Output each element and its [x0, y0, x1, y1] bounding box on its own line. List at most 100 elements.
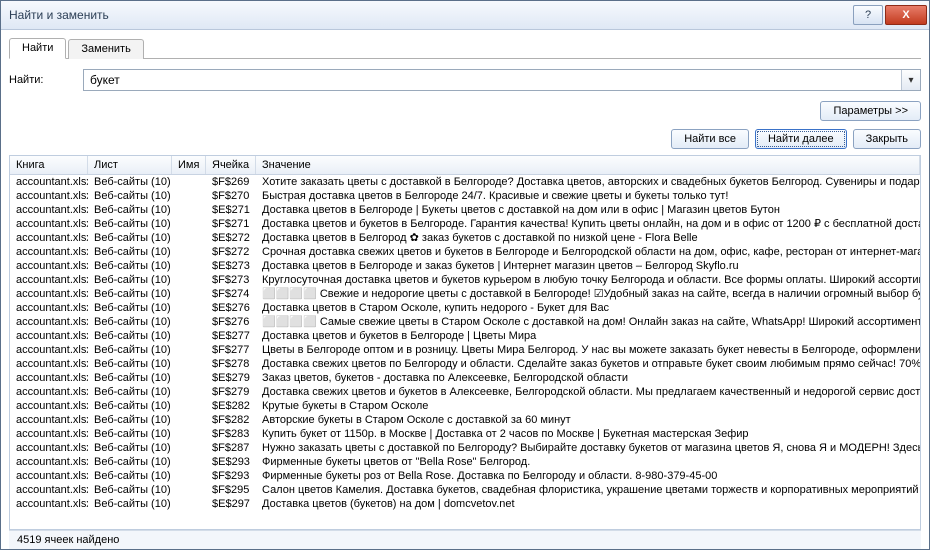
cell-sheet: Веб-сайты (10) [88, 483, 172, 497]
cell-cell: $F$276 [206, 315, 256, 329]
cell-sheet: Веб-сайты (10) [88, 189, 172, 203]
find-dropdown-button[interactable]: ▾ [901, 70, 920, 90]
cell-book: accountant.xlsx [10, 287, 88, 301]
cell-name [172, 497, 206, 511]
cell-value: Доставка свежих цветов по Белгороду и об… [256, 357, 920, 371]
cell-name [172, 175, 206, 189]
col-header-book[interactable]: Книга [10, 156, 88, 174]
cell-book: accountant.xlsx [10, 413, 88, 427]
table-row[interactable]: accountant.xlsxВеб-сайты (10)$F$274⬜⬜⬜⬜ … [10, 287, 920, 301]
cell-sheet: Веб-сайты (10) [88, 245, 172, 259]
cell-name [172, 287, 206, 301]
col-header-cell[interactable]: Ячейка [206, 156, 256, 174]
table-row[interactable]: accountant.xlsxВеб-сайты (10)$F$271Доста… [10, 217, 920, 231]
close-button[interactable]: Закрыть [853, 129, 921, 149]
cell-book: accountant.xlsx [10, 259, 88, 273]
cell-book: accountant.xlsx [10, 189, 88, 203]
cell-sheet: Веб-сайты (10) [88, 203, 172, 217]
status-bar: 4519 ячеек найдено [9, 530, 921, 549]
cell-sheet: Веб-сайты (10) [88, 469, 172, 483]
table-row[interactable]: accountant.xlsxВеб-сайты (10)$E$271Доста… [10, 203, 920, 217]
find-next-button[interactable]: Найти далее [755, 129, 847, 149]
cell-cell: $F$283 [206, 427, 256, 441]
results-body[interactable]: accountant.xlsxВеб-сайты (10)$F$269Хотит… [10, 175, 920, 529]
cell-book: accountant.xlsx [10, 357, 88, 371]
options-button[interactable]: Параметры >> [820, 101, 921, 121]
cell-sheet: Веб-сайты (10) [88, 175, 172, 189]
cell-cell: $E$297 [206, 497, 256, 511]
help-button[interactable]: ? [853, 5, 883, 25]
tab-replace[interactable]: Заменить [68, 39, 143, 59]
table-row[interactable]: accountant.xlsxВеб-сайты (10)$E$272Доста… [10, 231, 920, 245]
cell-name [172, 189, 206, 203]
close-window-button[interactable]: X [885, 5, 927, 25]
table-row[interactable]: accountant.xlsxВеб-сайты (10) $F$295Салон… [10, 483, 920, 497]
cell-cell: $F$273 [206, 273, 256, 287]
table-row[interactable]: accountant.xlsxВеб-сайты (10)$E$297Доста… [10, 497, 920, 511]
table-row[interactable]: accountant.xlsxВеб-сайты (10)$F$279Доста… [10, 385, 920, 399]
table-row[interactable]: accountant.xlsxВеб-сайты (10)$F$283Купит… [10, 427, 920, 441]
cell-book: accountant.xlsx [10, 231, 88, 245]
cell-name [172, 441, 206, 455]
cell-sheet: Веб-сайты (10) [88, 357, 172, 371]
find-all-button[interactable]: Найти все [671, 129, 749, 149]
cell-sheet: Веб-сайты (10) [88, 413, 172, 427]
find-replace-dialog: Найти и заменить ? X Найти Заменить Найт… [0, 0, 930, 550]
cell-cell: $F$271 [206, 217, 256, 231]
cell-sheet: Веб-сайты (10) [88, 231, 172, 245]
titlebar[interactable]: Найти и заменить ? X [1, 1, 929, 30]
table-row[interactable]: accountant.xlsxВеб-сайты (10)$F$287Нужно… [10, 441, 920, 455]
cell-sheet: Веб-сайты (10) [88, 287, 172, 301]
table-row[interactable]: accountant.xlsxВеб-сайты (10)$F$276⬜⬜⬜⬜ … [10, 315, 920, 329]
table-row[interactable]: accountant.xlsxВеб-сайты (10)$E$277Доста… [10, 329, 920, 343]
table-row[interactable]: accountant.xlsxВеб-сайты (10)$E$279Заказ… [10, 371, 920, 385]
table-row[interactable]: accountant.xlsxВеб-сайты (10)$F$270Быстр… [10, 189, 920, 203]
find-input[interactable] [84, 70, 901, 90]
table-row[interactable]: accountant.xlsxВеб-сайты (10)$F$282Автор… [10, 413, 920, 427]
table-row[interactable]: accountant.xlsxВеб-сайты (10)$E$293Фирме… [10, 455, 920, 469]
col-header-sheet[interactable]: Лист [88, 156, 172, 174]
cell-book: accountant.xlsx [10, 427, 88, 441]
table-row[interactable]: accountant.xlsxВеб-сайты (10)$F$269Хотит… [10, 175, 920, 189]
cell-book: accountant.xlsx [10, 329, 88, 343]
cell-cell: $F$295 [206, 483, 256, 497]
table-row[interactable]: accountant.xlsxВеб-сайты (10)$F$273Кругл… [10, 273, 920, 287]
cell-sheet: Веб-сайты (10) [88, 259, 172, 273]
cell-name [172, 343, 206, 357]
cell-sheet: Веб-сайты (10) [88, 497, 172, 511]
cell-cell: $F$293 [206, 469, 256, 483]
col-header-value[interactable]: Значение [256, 156, 920, 174]
cell-value: Фирменные букеты роз от Bella Rose. Дост… [256, 469, 920, 483]
cell-book: accountant.xlsx [10, 217, 88, 231]
cell-name [172, 231, 206, 245]
table-row[interactable]: accountant.xlsxВеб-сайты (10)$E$276Доста… [10, 301, 920, 315]
table-row[interactable]: accountant.xlsxВеб-сайты (10)$E$273Доста… [10, 259, 920, 273]
tab-find[interactable]: Найти [9, 38, 66, 59]
results-grid[interactable]: Книга Лист Имя Ячейка Значение accountan… [9, 155, 921, 530]
cell-name [172, 399, 206, 413]
table-row[interactable]: accountant.xlsxВеб-сайты (10)$F$277Цветы… [10, 343, 920, 357]
cell-sheet: Веб-сайты (10) [88, 455, 172, 469]
find-combobox[interactable]: ▾ [83, 69, 921, 91]
table-row[interactable]: accountant.xlsxВеб-сайты (10)$F$272Срочн… [10, 245, 920, 259]
cell-cell: $F$287 [206, 441, 256, 455]
cell-name [172, 357, 206, 371]
table-row[interactable]: accountant.xlsxВеб-сайты (10) $F$278Доста… [10, 357, 920, 371]
cell-book: accountant.xlsx [10, 483, 88, 497]
cell-value: Срочная доставка свежих цветов и букетов… [256, 245, 920, 259]
cell-cell: $F$279 [206, 385, 256, 399]
results-header[interactable]: Книга Лист Имя Ячейка Значение [10, 156, 920, 175]
tabstrip: Найти Заменить [9, 36, 921, 59]
cell-cell: $F$282 [206, 413, 256, 427]
cell-name [172, 371, 206, 385]
table-row[interactable]: accountant.xlsxВеб-сайты (10) $F$293Фирме… [10, 469, 920, 483]
cell-cell: $F$274 [206, 287, 256, 301]
cell-sheet: Веб-сайты (10) [88, 315, 172, 329]
cell-cell: $F$277 [206, 343, 256, 357]
table-row[interactable]: accountant.xlsxВеб-сайты (10)$E$282Круты… [10, 399, 920, 413]
col-header-name[interactable]: Имя [172, 156, 206, 174]
cell-value: Салон цветов Камелия. Доставка букетов, … [256, 483, 920, 497]
cell-cell: $F$278 [206, 357, 256, 371]
cell-book: accountant.xlsx [10, 343, 88, 357]
cell-book: accountant.xlsx [10, 469, 88, 483]
